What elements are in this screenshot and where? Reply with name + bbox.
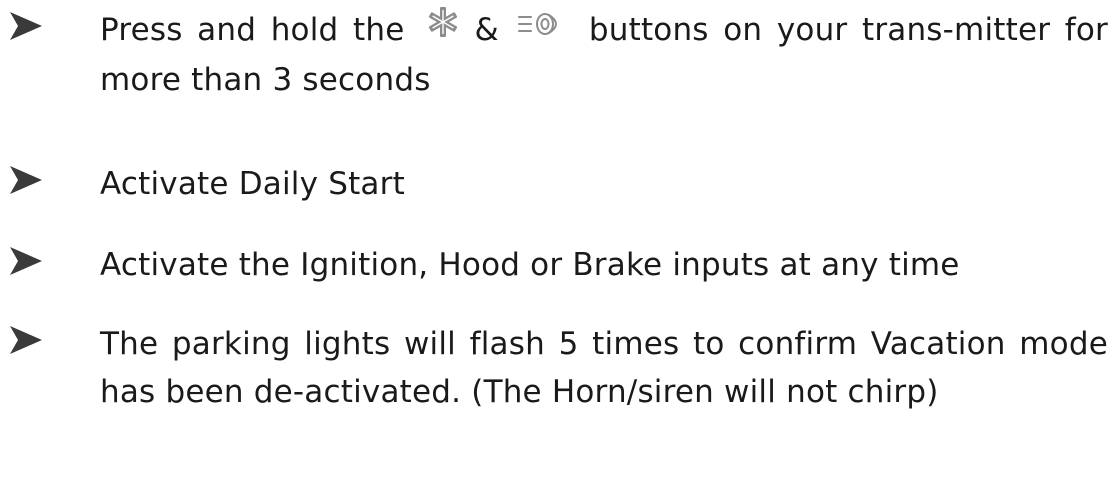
headlight-icon <box>517 5 567 53</box>
ampersand-text: & <box>474 12 499 48</box>
arrow-bullet-icon <box>8 324 44 356</box>
arrow-bullet-icon <box>8 10 44 42</box>
list-item-text: Activate the Ignition, Hood or Brake inp… <box>100 247 960 283</box>
list-item-text: Press and hold the & buttons on your trans… <box>100 6 1108 104</box>
arrow-bullet-icon <box>8 245 44 277</box>
list-item-text: The parking lights will flash 5 times to… <box>100 326 1108 410</box>
text-before-icons: Press and hold the <box>100 12 405 48</box>
list-item-text: Activate Daily Start <box>100 166 405 202</box>
arrow-bullet-icon <box>8 164 44 196</box>
snowflake-asterisk-icon <box>426 5 460 53</box>
